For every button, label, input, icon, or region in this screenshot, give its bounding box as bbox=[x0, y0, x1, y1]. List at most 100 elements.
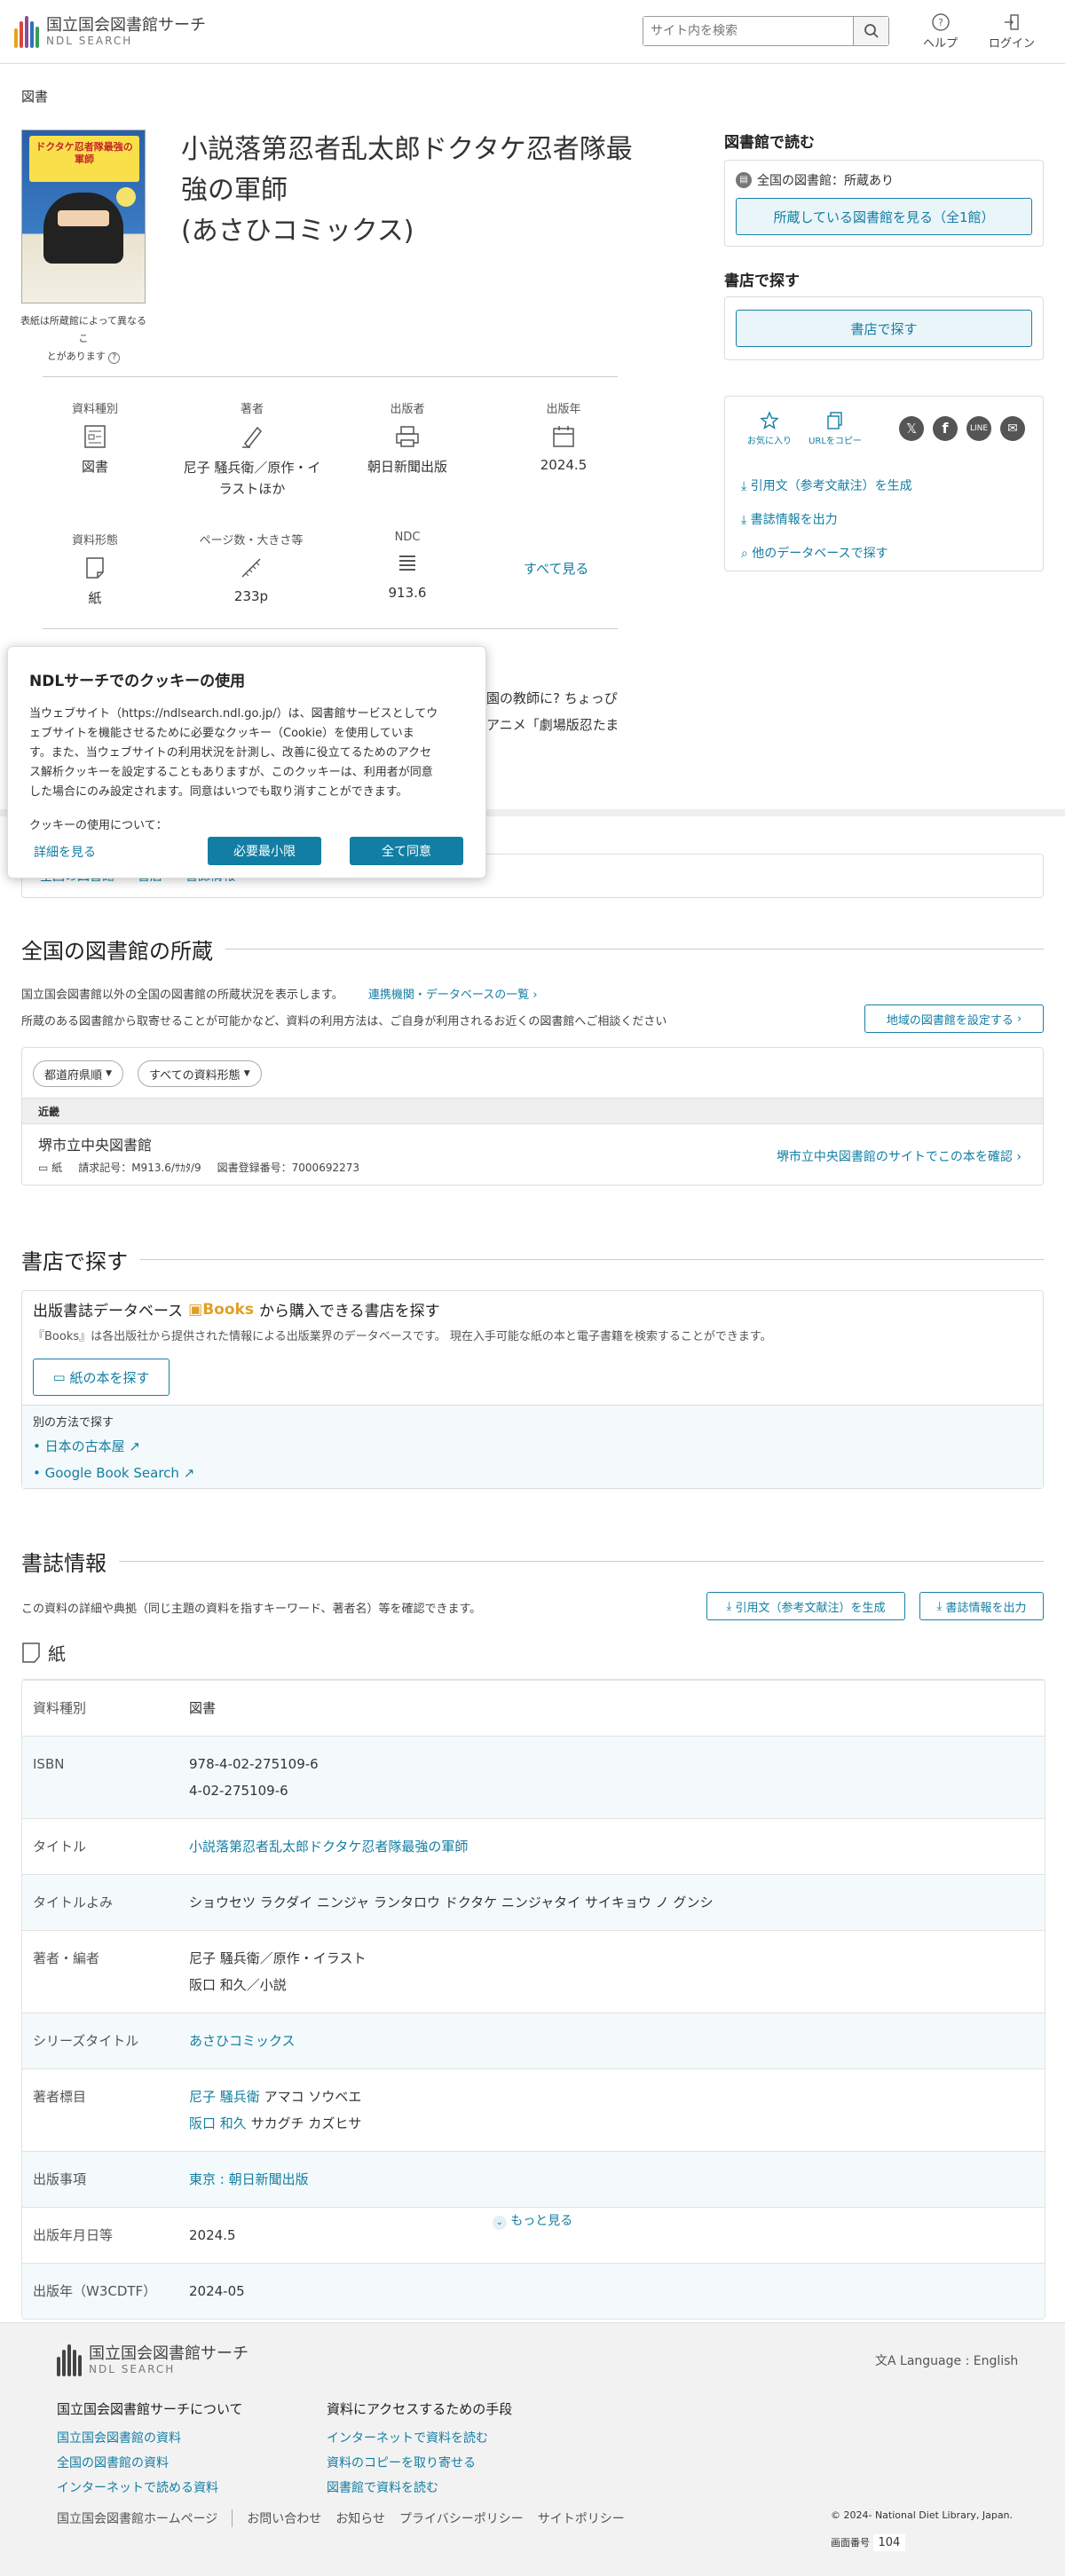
region-row: 近畿 bbox=[22, 1098, 1043, 1124]
show-more-button[interactable]: ⌄ もっと見る bbox=[479, 2211, 586, 2230]
bib-key: シリーズタイトル bbox=[22, 2013, 178, 2069]
author-heading-link[interactable]: 尼子 騒兵衛 bbox=[189, 2089, 260, 2105]
paper-book-search-button[interactable]: ▭ 紙の本を探す bbox=[33, 1359, 170, 1396]
bib-cite-button[interactable]: ⤓ 引用文（参考文献注）を生成 bbox=[706, 1592, 905, 1620]
author-heading-reading: サカグチ カズヒサ bbox=[250, 2115, 362, 2131]
meta-author-line1: 尼子 騒兵衛／原作・イ bbox=[183, 460, 321, 476]
table-row: 著者標目 尼子 騒兵衛 アマコ ソウベエ 阪口 和久 サカグチ カズヒサ bbox=[22, 2068, 1045, 2152]
chevron-right-icon: › bbox=[1016, 1012, 1022, 1026]
login-button[interactable]: ログイン bbox=[989, 12, 1035, 51]
form-filter-select[interactable]: すべての資料形態 ▼ bbox=[138, 1060, 262, 1087]
partner-list-link[interactable]: 連携機関・データベースの一覧 › bbox=[368, 989, 538, 1002]
footer-bottom-link[interactable]: サイトポリシー bbox=[538, 2509, 625, 2527]
kosho-link[interactable]: • 日本の古本屋 ↗ bbox=[33, 1435, 1032, 1458]
cookie-details-link[interactable]: 詳細を見る bbox=[34, 843, 96, 861]
cookie-title: NDLサーチでのクッキーの使用 bbox=[29, 673, 246, 690]
external-link-icon: ↗ bbox=[129, 1438, 140, 1454]
cookie-minimum-button[interactable]: 必要最小限 bbox=[208, 837, 321, 865]
holdings-heading: 全国の図書館の所蔵 bbox=[21, 934, 1044, 965]
table-row: 資料種別 図書 bbox=[22, 1680, 1045, 1737]
bib-desc: この資料の詳細や典拠（同じ主題の資料を指すキーワード、著者名）等を確認できます。 bbox=[21, 1603, 482, 1616]
footer-bottom-link[interactable]: プライバシーポリシー bbox=[399, 2509, 538, 2527]
meta-publisher-value: 朝日新聞出版 bbox=[367, 459, 447, 475]
author-heading-link[interactable]: 阪口 和久 bbox=[189, 2115, 247, 2131]
site-logo[interactable]: 国立国会図書館サーチ NDL SEARCH bbox=[14, 14, 206, 50]
site-header: 国立国会図書館サーチ NDL SEARCH ? ヘルプ ログイン bbox=[0, 0, 1065, 64]
bib-export-button[interactable]: ⤓ 書誌情報を出力 bbox=[919, 1592, 1044, 1620]
bib-key: ISBN bbox=[22, 1736, 178, 1819]
cookie-usage-label: クッキーの使用について： bbox=[29, 819, 168, 832]
bib-heading-text: 書誌情報 bbox=[21, 1551, 106, 1576]
footer-link[interactable]: 図書館で資料を読む bbox=[327, 2478, 512, 2496]
export-link[interactable]: ⤓ 書誌情報を出力 bbox=[741, 503, 912, 537]
footer-bottom-link[interactable]: お知らせ bbox=[335, 2509, 399, 2527]
google-books-link[interactable]: • Google Book Search ↗ bbox=[33, 1461, 1032, 1485]
copy-icon bbox=[827, 412, 842, 429]
footer-logo[interactable]: 国立国会図書館サーチ NDL SEARCH bbox=[57, 2344, 248, 2376]
search-button[interactable] bbox=[853, 17, 888, 45]
favorite-button[interactable]: お気に入り bbox=[745, 411, 794, 446]
search-input[interactable] bbox=[643, 17, 853, 45]
footer-bottom-link[interactable]: 国立国会図書館ホームページ bbox=[57, 2509, 233, 2527]
cite-link[interactable]: ⤓ 引用文（参考文献注）を生成 bbox=[741, 469, 912, 503]
bib-value: 尼子 騒兵衛／原作・イラスト 阪口 和久／小説 bbox=[178, 1930, 1045, 2013]
set-region-button[interactable]: 地域の図書館を設定する › bbox=[864, 1004, 1044, 1033]
x-share-icon[interactable]: 𝕏 bbox=[899, 416, 924, 441]
other-methods-label: 別の方法で探す bbox=[33, 1416, 114, 1430]
footer-link[interactable]: インターネットで資料を読む bbox=[327, 2429, 512, 2446]
logo-mark-icon bbox=[14, 16, 39, 48]
mail-share-icon[interactable]: ✉ bbox=[1000, 416, 1025, 441]
bib-title-link[interactable]: 小説落第忍者乱太郎ドクタケ忍者隊最強の軍師 bbox=[189, 1839, 468, 1855]
footer-link[interactable]: 資料のコピーを取り寄せる bbox=[327, 2454, 512, 2471]
footer-link[interactable]: 国立国会図書館の資料 bbox=[57, 2429, 243, 2446]
footer-about-heading: 国立国会図書館サーチについて bbox=[57, 2401, 243, 2417]
shop-search-button[interactable]: 書店で探す bbox=[736, 310, 1032, 347]
see-all-link[interactable]: すべて見る bbox=[524, 559, 588, 578]
bib-value: ショウセツ ラクダイ ニンジャ ランタロウ ドクタケ ニンジャタイ サイキョウ … bbox=[178, 1874, 1045, 1931]
table-row: 出版年（W3CDTF） 2024-05 bbox=[22, 2263, 1045, 2319]
footer-link[interactable]: 全国の図書館の資料 bbox=[57, 2454, 243, 2471]
favorite-label: お気に入り bbox=[747, 437, 792, 446]
divider bbox=[43, 628, 618, 629]
footer-bottom-link[interactable]: お問い合わせ bbox=[233, 2509, 335, 2527]
bib-publisher-link[interactable]: 東京 : 朝日新聞出版 bbox=[189, 2171, 309, 2187]
footer-logo-subtitle: NDL SEARCH bbox=[89, 2363, 176, 2375]
info-icon[interactable]: ? bbox=[108, 352, 121, 364]
library-holdings-button[interactable]: 所蔵している図書館を見る（全1館） bbox=[736, 198, 1032, 235]
footer-link[interactable]: インターネットで読める資料 bbox=[57, 2478, 243, 2496]
export-link-label: 書誌情報を出力 bbox=[750, 513, 838, 527]
login-icon bbox=[1005, 14, 1019, 30]
library-name: 堺市立中央図書館 bbox=[38, 1137, 153, 1154]
holdings-desc1: 国立国会図書館以外の全国の図書館の所蔵状況を表示します。 連携機関・データベース… bbox=[21, 985, 538, 1002]
library-card: ▤ 全国の図書館：所蔵あり 所蔵している図書館を見る（全1館） bbox=[724, 160, 1044, 247]
other-db-link[interactable]: ⌕ 他のデータベースで探す bbox=[741, 537, 912, 571]
item-title-line2: 強の軍師 bbox=[181, 175, 288, 206]
bib-key: 著者・編者 bbox=[22, 1930, 178, 2013]
isbn-10: 4-02-275109-6 bbox=[189, 1783, 288, 1799]
bib-export-label: 書誌情報を出力 bbox=[945, 1601, 1027, 1615]
callno-label: 請求記号： bbox=[78, 1162, 132, 1174]
table-row: 著者・編者 尼子 騒兵衛／原作・イラスト 阪口 和久／小説 bbox=[22, 1930, 1045, 2013]
book-cover-image[interactable]: ドクタケ忍者隊最強の軍師 bbox=[21, 130, 146, 303]
facebook-share-icon[interactable]: f bbox=[933, 416, 958, 441]
language-switch[interactable]: 文A Language : English bbox=[875, 2351, 1018, 2369]
help-button[interactable]: ? ヘルプ bbox=[923, 12, 958, 51]
item-title: 小説落第忍者乱太郎ドクタケ忍者隊最 強の軍師 (あさひコミックス) bbox=[181, 130, 678, 252]
copy-url-button[interactable]: URLをコピー bbox=[809, 411, 862, 446]
library-site-link[interactable]: 堺市立中央図書館のサイトでこの本を確認 › bbox=[777, 1147, 1022, 1165]
form-filter-label: すべての資料形態 bbox=[149, 1068, 241, 1083]
star-icon bbox=[760, 411, 779, 429]
external-link-icon: ↗ bbox=[183, 1465, 195, 1481]
divider bbox=[43, 376, 618, 377]
meta-author-label: 著者 bbox=[240, 403, 264, 416]
table-row: 出版事項 東京 : 朝日新聞出版 bbox=[22, 2151, 1045, 2208]
bib-series-link[interactable]: あさひコミックス bbox=[189, 2033, 296, 2049]
bib-cite-label: 引用文（参考文献注）を生成 bbox=[735, 1601, 886, 1615]
meta-author-line2: ラストほか bbox=[218, 481, 286, 497]
screen-number-value: 104 bbox=[872, 2534, 906, 2551]
sort-pref-select[interactable]: 都道府県順 ▼ bbox=[33, 1060, 124, 1087]
cover-note-line1: 表紙は所蔵館によって異なるこ bbox=[20, 315, 147, 344]
set-region-label: 地域の図書館を設定する bbox=[886, 1013, 1014, 1028]
cookie-accept-all-button[interactable]: 全て同意 bbox=[350, 837, 463, 865]
line-share-icon[interactable]: LINE bbox=[966, 416, 991, 441]
